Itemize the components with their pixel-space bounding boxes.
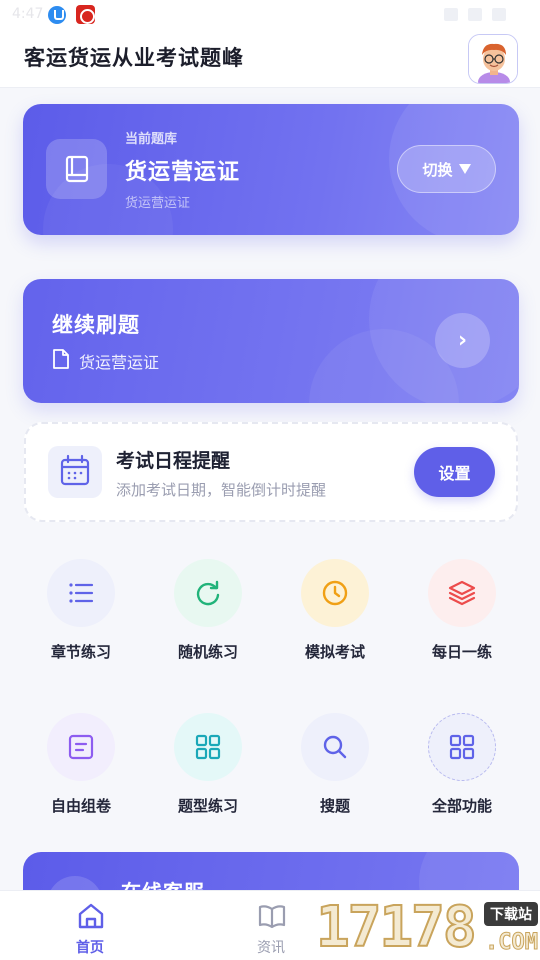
current-bank-name: 货运营运证 [125, 160, 241, 185]
calendar-icon [48, 446, 102, 498]
caret-down-icon [458, 164, 471, 174]
grid-icon [174, 713, 242, 781]
list-icon [47, 559, 115, 627]
app-notification-icon [76, 5, 95, 24]
feature-label: 全部功能 [431, 797, 492, 815]
status-indicators [444, 8, 506, 21]
feature-label: 搜题 [319, 797, 350, 815]
refresh-icon [174, 559, 242, 627]
status-bar: 4:47 [0, 0, 540, 30]
avatar[interactable] [468, 34, 518, 84]
reminder-settings-button[interactable]: 设置 [414, 447, 495, 497]
current-bank-sub: 货运营运证 [125, 196, 191, 211]
status-time: 4:47 [12, 6, 44, 22]
battery-icon [492, 8, 506, 21]
document-icon [53, 349, 69, 369]
document-icon [47, 713, 115, 781]
nav-news-label: 资讯 [257, 940, 285, 956]
continue-title: 继续刷题 [52, 313, 140, 337]
download-notification-icon [48, 6, 66, 24]
feature-label: 每日一练 [431, 643, 492, 661]
search-icon [301, 713, 369, 781]
wifi-icon [444, 8, 458, 21]
exam-reminder-card: 考试日程提醒 添加考试日期，智能倒计时提醒 设置 [24, 422, 518, 522]
app-header: 客运货运从业考试题峰 [0, 30, 540, 88]
avatar-icon [469, 35, 517, 83]
signal-icon [468, 8, 482, 21]
home-icon [78, 903, 104, 929]
reminder-sub: 添加考试日期，智能倒计时提醒 [116, 481, 327, 499]
feature-label: 题型练习 [177, 797, 238, 815]
continue-practice-card[interactable]: 继续刷题 货运营运证 › [23, 279, 519, 403]
current-bank-label: 当前题库 [125, 132, 178, 147]
watermark-domain: .COM [485, 930, 539, 956]
continue-sub: 货运营运证 [79, 353, 160, 372]
clock-icon [301, 559, 369, 627]
book-icon [258, 905, 286, 929]
site-watermark: 17178 下载站 .COM [315, 895, 540, 960]
switch-bank-button[interactable]: 切换 [397, 145, 496, 193]
nav-home-label: 首页 [76, 940, 104, 956]
feature-label: 模拟考试 [304, 643, 365, 661]
reminder-title: 考试日程提醒 [116, 450, 231, 472]
nav-news[interactable]: 资讯 [221, 891, 321, 960]
page-title: 客运货运从业考试题峰 [24, 46, 244, 70]
chevron-right-icon[interactable]: › [435, 313, 490, 368]
book-icon [46, 139, 107, 199]
layers-icon [428, 559, 496, 627]
current-bank-card: 当前题库 货运营运证 货运营运证 切换 [23, 104, 519, 235]
switch-bank-label: 切换 [422, 160, 453, 179]
feature-label: 自由组卷 [50, 797, 111, 815]
feature-label: 章节练习 [50, 643, 111, 661]
watermark-number: 17178 [315, 895, 478, 960]
feature-label: 随机练习 [177, 643, 238, 661]
watermark-tag: 下载站 [484, 902, 538, 926]
nav-home[interactable]: 首页 [40, 891, 140, 960]
grid-icon [428, 713, 496, 781]
